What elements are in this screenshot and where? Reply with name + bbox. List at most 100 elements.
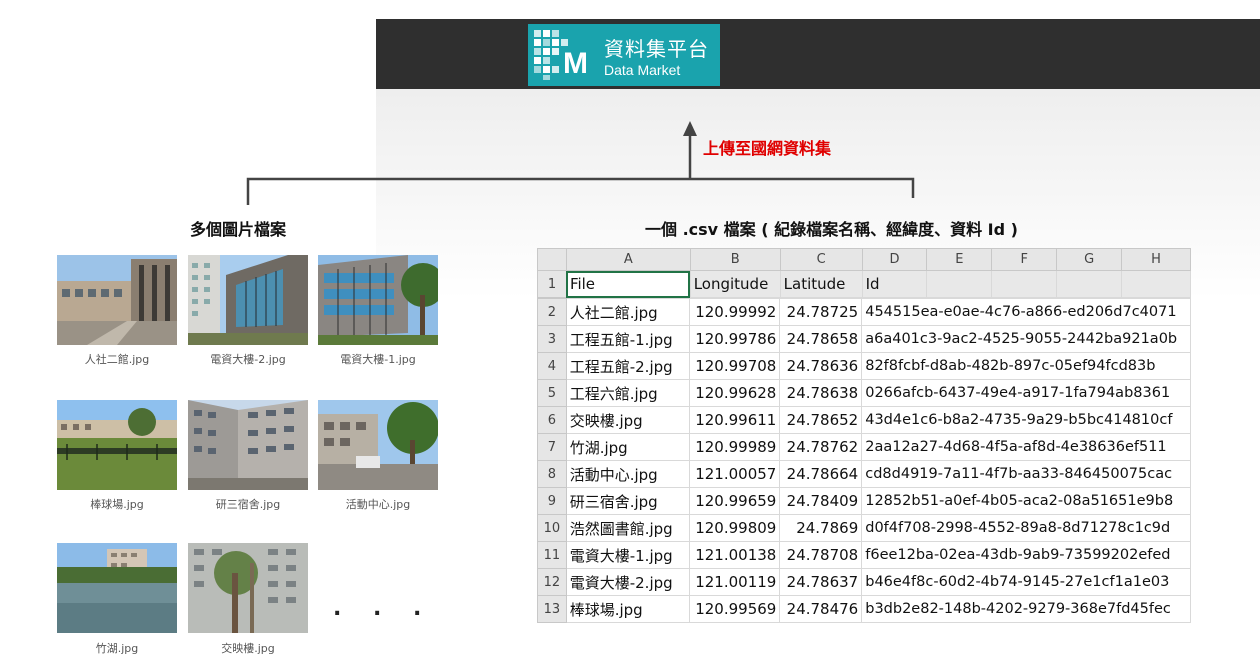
thumbnail-label: 電資大樓-1.jpg — [340, 353, 416, 366]
row-number[interactable]: 1 — [537, 270, 567, 298]
thumbnail-image[interactable] — [318, 400, 438, 490]
data-rows: 2 人社二館.jpg 120.99992 24.78725 454515ea-e0ae-… — [537, 298, 1191, 623]
column-letter[interactable]: H — [1121, 248, 1191, 271]
id-cell[interactable]: 2aa12a27-4d68-4f5a-af8d-4e38636ef511 — [861, 433, 1191, 461]
longitude-cell[interactable]: 120.99992 — [689, 298, 781, 326]
header-cell-id[interactable]: Id — [861, 270, 928, 298]
table-row: 6 交映樓.jpg 120.99611 24.78652 43d4e1c6-b8a2-4… — [537, 406, 1191, 434]
thumbnail-image[interactable] — [188, 400, 308, 490]
file-cell[interactable]: 電資大樓-1.jpg — [565, 541, 691, 569]
longitude-cell[interactable]: 121.00138 — [689, 541, 781, 569]
row-number[interactable]: 4 — [537, 352, 567, 380]
id-cell[interactable]: 12852b51-a0ef-4b05-aca2-08a51651e9b8 — [861, 487, 1191, 515]
file-cell[interactable]: 活動中心.jpg — [565, 460, 691, 488]
column-letter[interactable]: E — [926, 248, 993, 271]
longitude-cell[interactable]: 120.99569 — [689, 595, 781, 623]
latitude-cell[interactable]: 24.78409 — [779, 487, 863, 515]
empty-cell[interactable] — [1056, 270, 1123, 298]
latitude-cell[interactable]: 24.78708 — [779, 541, 863, 569]
latitude-cell[interactable]: 24.78658 — [779, 325, 863, 353]
file-cell[interactable]: 電資大樓-2.jpg — [565, 568, 691, 596]
row-number[interactable]: 3 — [537, 325, 567, 353]
file-cell[interactable]: 棒球場.jpg — [565, 595, 691, 623]
empty-cell[interactable] — [991, 270, 1058, 298]
thumbnail-image[interactable] — [188, 255, 308, 345]
latitude-cell[interactable]: 24.78636 — [779, 352, 863, 380]
thumbnail-label: 電資大樓-2.jpg — [210, 353, 286, 366]
thumbnail-label: 人社二館.jpg — [84, 353, 150, 366]
file-cell[interactable]: 浩然圖書館.jpg — [565, 514, 691, 542]
header-cell-file[interactable]: File — [565, 270, 691, 298]
thumbnail-image[interactable] — [57, 543, 177, 633]
file-cell[interactable]: 竹湖.jpg — [565, 433, 691, 461]
longitude-cell[interactable]: 121.00057 — [689, 460, 781, 488]
id-cell[interactable]: 454515ea-e0ae-4c76-a866-ed206d7c4071 — [861, 298, 1191, 326]
thumbnail-image[interactable] — [318, 255, 438, 345]
latitude-cell[interactable]: 24.78652 — [779, 406, 863, 434]
column-letter[interactable]: F — [991, 248, 1058, 271]
row-number[interactable]: 11 — [537, 541, 567, 569]
row-number[interactable]: 13 — [537, 595, 567, 623]
csv-spreadsheet[interactable]: A B C D E F G H 1 File Longitude Latitud… — [537, 248, 1191, 624]
table-row: 10 浩然圖書館.jpg 120.99809 24.7869 d0f4f708-2998… — [537, 514, 1191, 542]
longitude-cell[interactable]: 120.99809 — [689, 514, 781, 542]
row-number[interactable]: 12 — [537, 568, 567, 596]
latitude-cell[interactable]: 24.78725 — [779, 298, 863, 326]
table-row: 4 工程五館-2.jpg 120.99708 24.78636 82f8fcbf-d8a… — [537, 352, 1191, 380]
thumbnail-image[interactable] — [57, 400, 177, 490]
longitude-cell[interactable]: 120.99611 — [689, 406, 781, 434]
column-letter-row: A B C D E F G H — [537, 248, 1191, 271]
column-letter[interactable]: C — [779, 248, 863, 271]
row-number[interactable]: 5 — [537, 379, 567, 407]
id-cell[interactable]: b46e4f8c-60d2-4b74-9145-27e1cf1a1e03 — [861, 568, 1191, 596]
longitude-cell[interactable]: 120.99659 — [689, 487, 781, 515]
file-cell[interactable]: 研三宿舍.jpg — [565, 487, 691, 515]
column-letter[interactable]: G — [1056, 248, 1123, 271]
latitude-cell[interactable]: 24.78638 — [779, 379, 863, 407]
id-cell[interactable]: 43d4e1c6-b8a2-4735-9a29-b5bc414810cf — [861, 406, 1191, 434]
thumbnail-image[interactable] — [188, 543, 308, 633]
empty-cell[interactable] — [926, 270, 993, 298]
file-cell[interactable]: 工程五館-1.jpg — [565, 325, 691, 353]
longitude-cell[interactable]: 120.99786 — [689, 325, 781, 353]
header-cell-latitude[interactable]: Latitude — [779, 270, 863, 298]
id-cell[interactable]: 82f8fcbf-d8ab-482b-897c-05ef94fcd83b — [861, 352, 1191, 380]
longitude-cell[interactable]: 120.99628 — [689, 379, 781, 407]
longitude-cell[interactable]: 121.00119 — [689, 568, 781, 596]
header-cell-longitude[interactable]: Longitude — [689, 270, 781, 298]
latitude-cell[interactable]: 24.7869 — [779, 514, 863, 542]
column-letter[interactable]: A — [565, 248, 691, 271]
table-row: 8 活動中心.jpg 121.00057 24.78664 cd8d4919-7a11-… — [537, 460, 1191, 488]
file-cell[interactable]: 交映樓.jpg — [565, 406, 691, 434]
longitude-cell[interactable]: 120.99708 — [689, 352, 781, 380]
select-all-corner[interactable] — [537, 248, 567, 271]
file-cell[interactable]: 工程六館.jpg — [565, 379, 691, 407]
upload-to-dataset-label: 上傳至國網資料集 — [703, 139, 832, 158]
id-cell[interactable]: cd8d4919-7a11-4f7b-aa33-846450075cac — [861, 460, 1191, 488]
latitude-cell[interactable]: 24.78664 — [779, 460, 863, 488]
row-number[interactable]: 7 — [537, 433, 567, 461]
latitude-cell[interactable]: 24.78762 — [779, 433, 863, 461]
id-cell[interactable]: d0f4f708-2998-4552-89a8-8d71278c1c9d — [861, 514, 1191, 542]
row-number[interactable]: 6 — [537, 406, 567, 434]
thumbnail-label: 活動中心.jpg — [345, 498, 411, 511]
id-cell[interactable]: a6a401c3-9ac2-4525-9055-2442ba921a0b — [861, 325, 1191, 353]
latitude-cell[interactable]: 24.78476 — [779, 595, 863, 623]
row-number[interactable]: 8 — [537, 460, 567, 488]
longitude-cell[interactable]: 120.99989 — [689, 433, 781, 461]
column-letter[interactable]: B — [689, 248, 781, 271]
latitude-cell[interactable]: 24.78637 — [779, 568, 863, 596]
table-row: 5 工程六館.jpg 120.99628 24.78638 0266afcb-6437-… — [537, 379, 1191, 407]
row-number[interactable]: 10 — [537, 514, 567, 542]
column-letter[interactable]: D — [861, 248, 928, 271]
empty-cell[interactable] — [1121, 270, 1191, 298]
row-number[interactable]: 2 — [537, 298, 567, 326]
file-cell[interactable]: 人社二館.jpg — [565, 298, 691, 326]
id-cell[interactable]: 0266afcb-6437-49e4-a917-1fa794ab8361 — [861, 379, 1191, 407]
row-number[interactable]: 9 — [537, 487, 567, 515]
file-cell[interactable]: 工程五館-2.jpg — [565, 352, 691, 380]
id-cell[interactable]: f6ee12ba-02ea-43db-9ab9-73599202efed — [861, 541, 1191, 569]
thumbnail-image[interactable] — [57, 255, 177, 345]
id-cell[interactable]: b3db2e82-148b-4202-9279-368e7fd45fec — [861, 595, 1191, 623]
csv-caption: 一個 .csv 檔案 ( 紀錄檔案名稱、經緯度、資料 Id ) — [645, 220, 1018, 239]
